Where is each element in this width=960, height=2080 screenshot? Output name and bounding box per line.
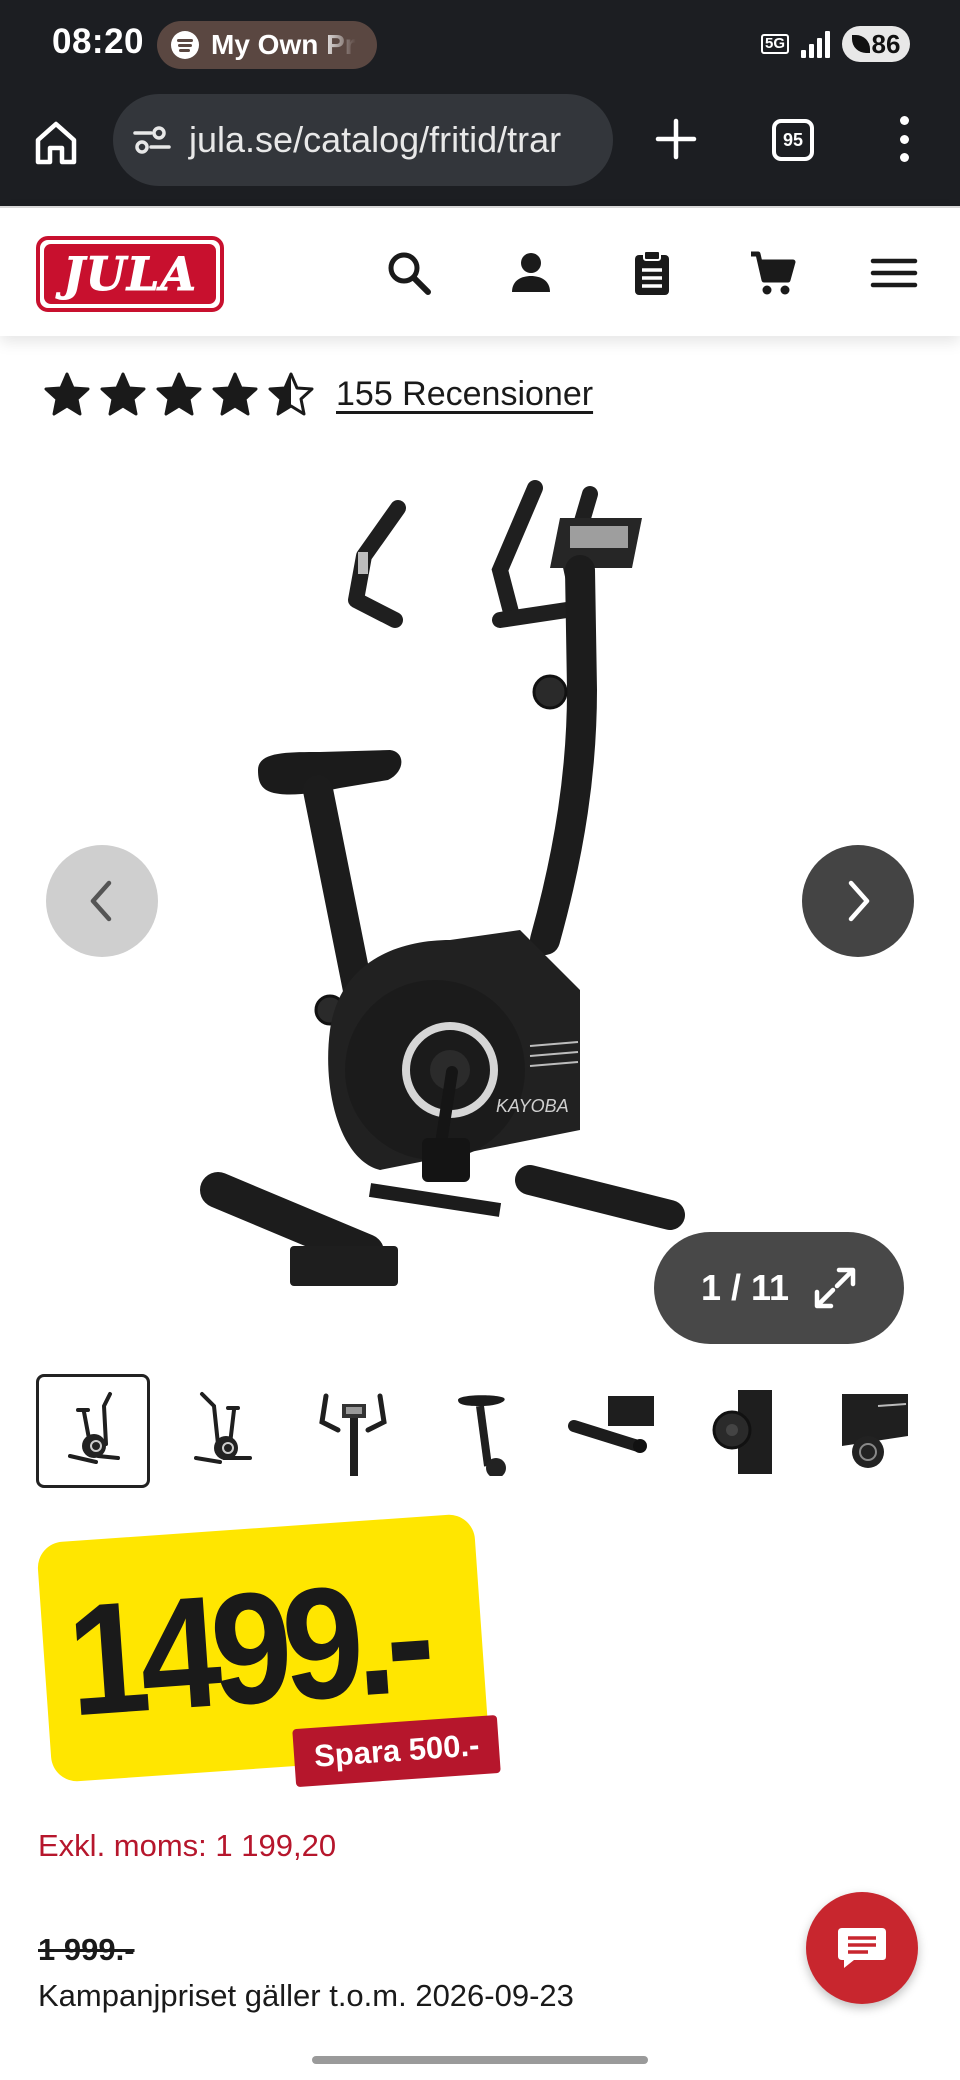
seat-thumbnail-icon <box>458 1395 506 1476</box>
image-counter: 1 / 11 <box>700 1267 790 1308</box>
network-5g-icon: 5G <box>760 34 789 54</box>
star-full-icon <box>212 372 258 416</box>
bike-brand-text: KAYOBA <box>496 1096 569 1116</box>
tabs-button[interactable]: 95 <box>772 119 814 161</box>
chat-icon <box>838 1928 886 1968</box>
chevron-right-icon <box>848 880 870 922</box>
price-value: 1499.- <box>62 1548 431 1749</box>
spotify-icon <box>171 31 199 59</box>
bike-thumbnail-icon <box>194 1392 252 1464</box>
star-full-icon <box>156 372 202 416</box>
status-time: 08:20 <box>52 22 145 61</box>
star-rating <box>44 372 314 416</box>
thumbnail-4[interactable] <box>426 1374 540 1488</box>
knob-thumbnail-icon <box>712 1390 772 1474</box>
star-half-icon <box>268 372 314 416</box>
thumbnail-6[interactable] <box>686 1374 800 1488</box>
reviews-link[interactable]: 155 Recensioner <box>336 375 593 414</box>
battery-icon: 86 <box>842 26 910 62</box>
thumbnail-3[interactable] <box>296 1374 410 1488</box>
chevron-left-icon <box>90 880 112 922</box>
previous-image-button[interactable] <box>46 845 158 957</box>
logo-text: JULA <box>63 247 197 302</box>
base-thumbnail-icon <box>568 1396 654 1453</box>
site-header: JULA <box>0 206 960 336</box>
url-text: jula.se/catalog/fritid/trar <box>189 119 562 160</box>
thumbnail-5[interactable] <box>556 1374 670 1488</box>
image-counter-button[interactable]: 1 / 11 <box>654 1232 904 1344</box>
expand-icon <box>814 1267 856 1309</box>
price-excl-vat: Exkl. moms: 1 199,20 <box>38 1828 337 1863</box>
address-bar[interactable]: jula.se/catalog/fritid/trar <box>113 94 613 186</box>
signal-icon <box>801 30 830 58</box>
battery-saver-icon <box>851 35 870 53</box>
media-chip[interactable]: My Own Pr <box>157 21 377 69</box>
exercise-bike-image[interactable]: KAYOBA <box>200 470 760 1330</box>
search-icon[interactable] <box>384 248 434 298</box>
plus-icon[interactable] <box>655 118 697 160</box>
chat-button[interactable] <box>806 1892 918 2004</box>
thumbnail-7[interactable] <box>816 1374 930 1488</box>
status-bar: 08:20 My Own Pr 5G 86 <box>0 0 960 90</box>
home-icon[interactable] <box>34 118 78 168</box>
shopping-list-icon[interactable] <box>627 248 677 298</box>
bike-thumbnail-icon <box>68 1392 120 1464</box>
jula-logo[interactable]: JULA <box>36 236 224 312</box>
battery-level: 86 <box>871 28 901 59</box>
star-full-icon <box>44 372 90 416</box>
thumbnail-strip <box>36 1374 930 1488</box>
campaign-note: Kampanjpriset gäller t.o.m. 2026-09-23 <box>38 1978 574 2013</box>
site-settings-icon[interactable] <box>133 125 171 155</box>
original-price: 1 999.- <box>38 1932 135 1967</box>
thumbnail-2[interactable] <box>166 1374 280 1488</box>
menu-icon[interactable] <box>869 248 919 298</box>
console-thumbnail-icon <box>319 1393 387 1476</box>
product-rating: 155 Recensioner <box>44 372 593 416</box>
detail-thumbnail-icon <box>842 1394 908 1468</box>
account-icon[interactable] <box>506 248 556 298</box>
star-full-icon <box>100 372 146 416</box>
next-image-button[interactable] <box>802 845 914 957</box>
cart-icon[interactable] <box>748 248 798 298</box>
more-icon[interactable] <box>897 116 911 162</box>
thumbnail-1[interactable] <box>36 1374 150 1488</box>
media-title: My Own Pr <box>211 29 356 60</box>
browser-toolbar: jula.se/catalog/fritid/trar 95 <box>0 90 960 206</box>
product-gallery: KAYOBA 1 / 11 <box>0 470 960 1350</box>
gesture-bar[interactable] <box>312 2056 648 2064</box>
